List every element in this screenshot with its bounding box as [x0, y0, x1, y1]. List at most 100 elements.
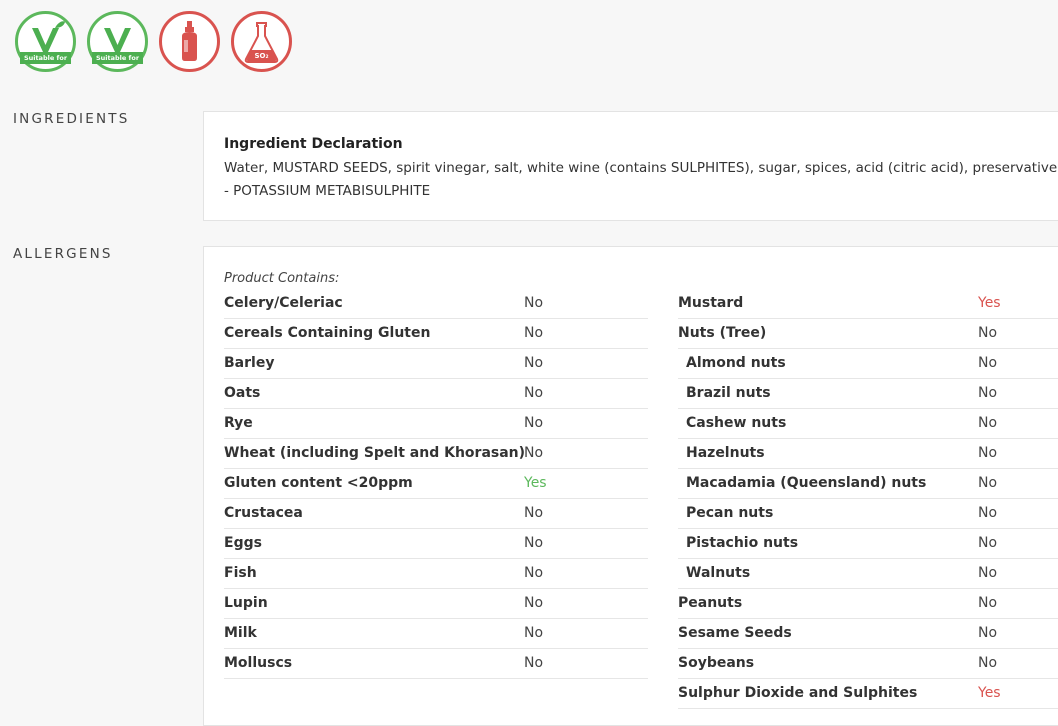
badge-ribbon: Suitable for — [20, 52, 71, 64]
allergen-row: Peanuts No — [678, 589, 1058, 619]
allergen-name: Lupin — [224, 595, 268, 611]
allergen-name: Barley — [224, 355, 275, 371]
ingredients-heading: INGREDIENTS — [13, 111, 130, 127]
allergen-name: Milk — [224, 625, 257, 641]
sauce-badge — [159, 11, 220, 72]
allergen-name: Sulphur Dioxide and Sulphites — [678, 685, 918, 701]
allergen-row: Fish No — [224, 559, 648, 589]
dietary-badges: Suitable for Suitable for SO₂ — [15, 11, 303, 72]
allergen-row: Cashew nuts No — [678, 409, 1058, 439]
allergen-name: Rye — [224, 415, 253, 431]
allergen-row: Lupin No — [224, 589, 648, 619]
allergen-name: Pecan nuts — [686, 505, 774, 521]
allergen-value: No — [524, 325, 544, 341]
badge-ribbon: Suitable for — [92, 52, 143, 64]
allergen-value: No — [978, 505, 998, 521]
allergen-value: No — [978, 655, 998, 671]
allergen-row: Nuts (Tree) No — [678, 319, 1058, 349]
allergen-value: No — [978, 385, 998, 401]
allergen-value: No — [978, 595, 998, 611]
allergen-value: No — [978, 355, 998, 371]
allergen-row: Rye No — [224, 409, 648, 439]
allergen-row: Cereals Containing Gluten No — [224, 319, 648, 349]
allergen-value: No — [978, 445, 998, 461]
product-contains-label: Product Contains: — [224, 271, 340, 286]
allergen-row: Barley No — [224, 349, 648, 379]
allergen-name: Macadamia (Queensland) nuts — [686, 475, 927, 491]
allergen-value: No — [524, 655, 544, 671]
allergen-name: Cereals Containing Gluten — [224, 325, 431, 341]
allergen-row: Oats No — [224, 379, 648, 409]
allergen-name: Peanuts — [678, 595, 743, 611]
allergen-value: Yes — [978, 295, 1001, 311]
allergen-value: Yes — [524, 475, 547, 491]
allergen-row: Crustacea No — [224, 499, 648, 529]
allergen-value: No — [978, 325, 998, 341]
so2-label: SO₂ — [254, 52, 269, 60]
allergen-row: Celery/Celeriac No — [224, 289, 648, 319]
allergen-name: Hazelnuts — [686, 445, 765, 461]
allergen-name: Pistachio nuts — [686, 535, 799, 551]
allergen-name: Gluten content <20ppm — [224, 475, 413, 491]
allergen-row: Hazelnuts No — [678, 439, 1058, 469]
allergen-value: No — [978, 565, 998, 581]
allergen-value: Yes — [978, 685, 1001, 701]
allergen-value: No — [524, 595, 544, 611]
allergen-value: No — [524, 445, 544, 461]
allergen-name: Walnuts — [686, 565, 751, 581]
allergens-heading: ALLERGENS — [13, 246, 113, 262]
ingredient-declaration-title: Ingredient Declaration — [224, 136, 403, 152]
allergen-row: Molluscs No — [224, 649, 648, 679]
allergen-row: Wheat (including Spelt and Khorasan) No — [224, 439, 648, 469]
allergen-row: Sesame Seeds No — [678, 619, 1058, 649]
allergen-value: No — [524, 295, 544, 311]
allergen-row: Milk No — [224, 619, 648, 649]
sulphites-badge: SO₂ — [231, 11, 292, 72]
allergen-name: Sesame Seeds — [678, 625, 792, 641]
allergen-value: No — [524, 355, 544, 371]
allergen-name: Wheat (including Spelt and Khorasan) — [224, 445, 526, 461]
allergen-row: Macadamia (Queensland) nuts No — [678, 469, 1058, 499]
allergen-row: Soybeans No — [678, 649, 1058, 679]
allergen-value: No — [524, 505, 544, 521]
allergens-right-column: Mustard Yes Nuts (Tree) No Almond nuts No B… — [678, 289, 1058, 709]
allergen-name: Molluscs — [224, 655, 293, 671]
allergen-name: Nuts (Tree) — [678, 325, 767, 341]
allergen-name: Brazil nuts — [686, 385, 771, 401]
allergen-name: Oats — [224, 385, 261, 401]
ingredients-card: Ingredient Declaration Water, MUSTARD SE… — [203, 111, 1058, 221]
allergen-value: No — [524, 565, 544, 581]
allergen-name: Cashew nuts — [686, 415, 787, 431]
allergen-row: Brazil nuts No — [678, 379, 1058, 409]
allergen-name: Fish — [224, 565, 257, 581]
allergen-name: Soybeans — [678, 655, 755, 671]
allergen-name: Celery/Celeriac — [224, 295, 343, 311]
allergen-name: Mustard — [678, 295, 744, 311]
allergen-name: Crustacea — [224, 505, 303, 521]
allergen-value: No — [978, 415, 998, 431]
allergen-row: Mustard Yes — [678, 289, 1058, 319]
allergen-value: No — [524, 535, 544, 551]
vegan-badge: Suitable for — [15, 11, 76, 72]
allergen-value: No — [978, 625, 998, 641]
allergens-card: Product Contains: Celery/Celeriac No Cere… — [203, 246, 1058, 726]
allergen-row: Sulphur Dioxide and Sulphites Yes — [678, 679, 1058, 709]
vegetarian-badge: Suitable for — [87, 11, 148, 72]
allergen-row: Eggs No — [224, 529, 648, 559]
allergen-row: Pistachio nuts No — [678, 529, 1058, 559]
allergens-left-column: Celery/Celeriac No Cereals Containing Glu… — [224, 289, 648, 679]
ingredient-declaration-text: Water, MUSTARD SEEDS, spirit vinegar, sa… — [224, 160, 1058, 199]
allergen-name: Almond nuts — [686, 355, 786, 371]
allergen-row: Walnuts No — [678, 559, 1058, 589]
allergen-row: Almond nuts No — [678, 349, 1058, 379]
allergen-name: Eggs — [224, 535, 262, 551]
allergen-value: No — [524, 625, 544, 641]
allergen-row: Pecan nuts No — [678, 499, 1058, 529]
allergen-value: No — [524, 415, 544, 431]
allergen-value: No — [524, 385, 544, 401]
sauce-bottle-icon — [182, 21, 197, 61]
allergen-value: No — [978, 475, 998, 491]
allergen-row: Gluten content <20ppm Yes — [224, 469, 648, 499]
flask-icon — [244, 22, 279, 63]
allergen-value: No — [978, 535, 998, 551]
